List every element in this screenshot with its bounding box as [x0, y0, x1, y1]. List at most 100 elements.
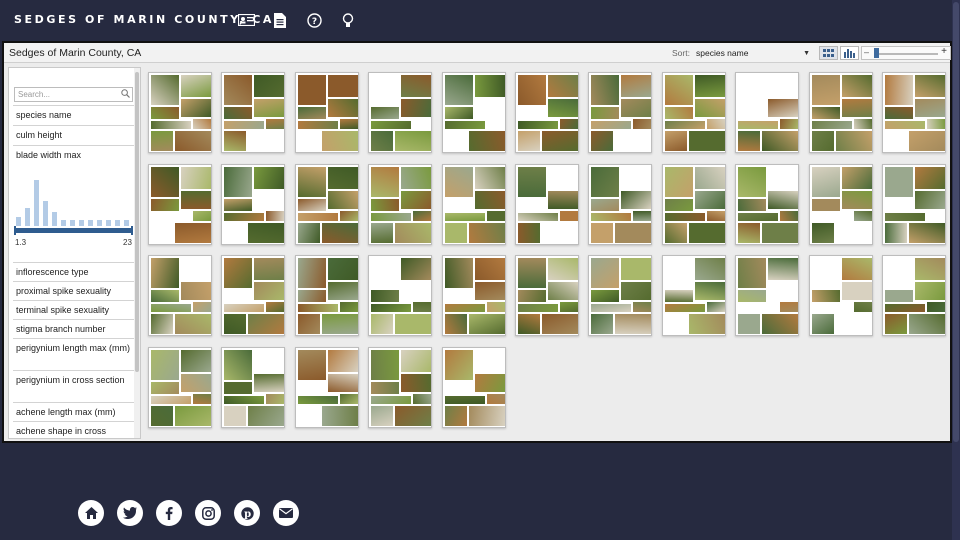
- help-icon[interactable]: ?: [304, 11, 324, 29]
- specimen-card[interactable]: [515, 255, 579, 336]
- histogram-bar[interactable]: [97, 220, 102, 226]
- specimen-card[interactable]: [441, 346, 506, 428]
- range-max-label: 23: [123, 238, 132, 247]
- chevron-down-icon: ▼: [803, 49, 810, 57]
- specimen-card[interactable]: [368, 346, 433, 428]
- contact-card-icon[interactable]: [236, 11, 256, 29]
- histogram-bar[interactable]: [25, 208, 30, 226]
- specimen-card[interactable]: [368, 163, 433, 245]
- specimen-card[interactable]: [441, 163, 506, 245]
- specimen-card[interactable]: [661, 72, 726, 153]
- search-icon[interactable]: [121, 89, 130, 98]
- facet-culm-height[interactable]: culm height: [13, 125, 134, 141]
- facet-blade-width-max[interactable]: blade width max: [13, 145, 134, 161]
- top-bar: SEDGES OF MARIN COUNTY, CA ?: [0, 0, 960, 40]
- histogram-bar[interactable]: [106, 220, 111, 226]
- facet-achene-shape-in-cross[interactable]: achene shape in cross: [13, 421, 134, 438]
- facet-stigma-branch-number[interactable]: stigma branch number: [13, 319, 134, 338]
- social-links: p: [78, 500, 299, 526]
- twitter-icon[interactable]: [117, 500, 143, 526]
- range-min-label: 1.3: [15, 238, 27, 247]
- zoom-out-button[interactable]: –: [864, 47, 869, 57]
- specimen-card[interactable]: [661, 255, 726, 336]
- range-max-handle[interactable]: [131, 226, 133, 235]
- specimen-card[interactable]: [735, 163, 800, 245]
- bar-view-icon[interactable]: [840, 46, 859, 60]
- histogram-bar[interactable]: [34, 180, 39, 226]
- specimen-card[interactable]: [588, 163, 653, 245]
- specimen-card[interactable]: [661, 163, 726, 245]
- zoom-in-button[interactable]: +: [941, 46, 947, 57]
- document-icon[interactable]: [270, 11, 290, 29]
- histogram-bar[interactable]: [124, 220, 129, 226]
- pivot-viewer: Sedges of Marin County, CA Sort: species…: [2, 41, 952, 443]
- specimen-card[interactable]: [735, 72, 800, 153]
- histogram-bar[interactable]: [70, 220, 75, 226]
- blade-width-histogram[interactable]: [14, 178, 133, 226]
- histogram-bar[interactable]: [115, 220, 120, 226]
- specimen-card[interactable]: [441, 72, 506, 153]
- zoom-track[interactable]: [876, 53, 938, 55]
- facet-perigynium-length-max-mm[interactable]: perigynium length max (mm): [13, 338, 134, 370]
- specimen-card[interactable]: [735, 255, 800, 336]
- facet-species-name[interactable]: species name: [13, 105, 134, 121]
- mail-icon[interactable]: [273, 500, 299, 526]
- specimen-card[interactable]: [882, 255, 946, 336]
- specimen-card[interactable]: [221, 163, 286, 245]
- range-min-handle[interactable]: [14, 226, 16, 235]
- svg-text:?: ?: [311, 17, 316, 27]
- histogram-bar[interactable]: [79, 220, 84, 226]
- specimen-card[interactable]: [148, 346, 212, 428]
- histogram-bar[interactable]: [16, 217, 21, 226]
- specimen-card[interactable]: [294, 72, 359, 153]
- facet-achene-length-max-mm[interactable]: achene length max (mm): [13, 402, 134, 421]
- svg-text:p: p: [244, 509, 251, 520]
- specimen-card[interactable]: [588, 72, 653, 153]
- specimen-card[interactable]: [515, 72, 579, 153]
- view-mode-buttons: [819, 46, 859, 60]
- specimen-card[interactable]: [882, 72, 946, 153]
- instagram-icon[interactable]: [195, 500, 221, 526]
- zoom-slider[interactable]: – +: [861, 46, 951, 60]
- specimen-card[interactable]: [808, 163, 873, 245]
- specimen-card[interactable]: [294, 346, 359, 428]
- specimen-card[interactable]: [368, 72, 433, 153]
- sort-label: Sort:: [672, 48, 690, 58]
- specimen-card[interactable]: [368, 255, 433, 336]
- search-input[interactable]: Search...: [14, 87, 133, 102]
- specimen-card[interactable]: [294, 163, 359, 245]
- histogram-bar[interactable]: [43, 201, 48, 226]
- specimen-card[interactable]: [148, 163, 212, 245]
- facebook-icon[interactable]: [156, 500, 182, 526]
- page-scrollbar[interactable]: [952, 0, 960, 540]
- specimen-card[interactable]: [441, 255, 506, 336]
- facet-proximal-spike-sexuality[interactable]: proximal spike sexuality: [13, 281, 134, 300]
- blade-width-range-slider[interactable]: [14, 226, 133, 235]
- specimen-card[interactable]: [588, 255, 653, 336]
- grid-view-icon[interactable]: [819, 46, 838, 60]
- specimen-card[interactable]: [294, 255, 359, 336]
- filter-panel-scrollbar[interactable]: [134, 68, 140, 438]
- specimen-card[interactable]: [221, 346, 286, 428]
- histogram-bar[interactable]: [52, 212, 57, 226]
- facet-terminal-spike-sexuality[interactable]: terminal spike sexuality: [13, 300, 134, 319]
- pinterest-icon[interactable]: p: [234, 500, 260, 526]
- sort-dropdown[interactable]: species name ▼: [694, 46, 812, 60]
- specimen-card[interactable]: [148, 255, 212, 336]
- specimen-card[interactable]: [882, 163, 946, 245]
- histogram-bar[interactable]: [88, 220, 93, 226]
- facet-inflorescence-type[interactable]: inflorescence type: [13, 262, 134, 281]
- filter-panel: Search... species name culm height blade w…: [8, 67, 141, 439]
- specimen-card[interactable]: [221, 72, 286, 153]
- specimen-card[interactable]: [148, 72, 212, 153]
- specimen-card[interactable]: [221, 255, 286, 336]
- specimen-card[interactable]: [808, 255, 873, 336]
- specimen-card[interactable]: [515, 163, 579, 245]
- home-icon[interactable]: [78, 500, 104, 526]
- histogram-bar[interactable]: [61, 220, 66, 226]
- facet-perigynium-in-cross-section[interactable]: perigynium in cross section: [13, 370, 134, 402]
- collection-title: Sedges of Marin County, CA: [9, 47, 142, 59]
- lightbulb-icon[interactable]: [338, 11, 358, 29]
- specimen-card[interactable]: [808, 72, 873, 153]
- zoom-handle[interactable]: [874, 48, 879, 58]
